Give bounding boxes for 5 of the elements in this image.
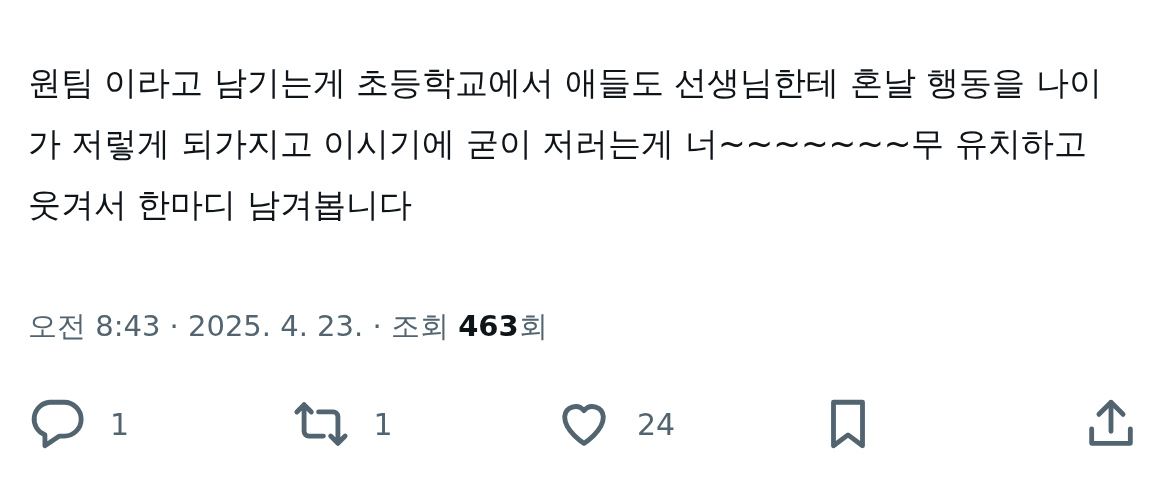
reply-count: 1 bbox=[110, 406, 130, 442]
post-meta: 오전 8:43 · 2025. 4. 23. · 조회 463회 bbox=[28, 308, 549, 345]
post-text: 원팀 이라고 남기는게 초등학교에서 애들도 선생님한테 혼날 행동을 나이가 저렇게 되가지고 이시기에 굳이 저러는게 너~~~~~~~무 유치하고 웃겨서 한마디 남겨봅니다 bbox=[28, 62, 1103, 226]
repost-count: 1 bbox=[373, 406, 393, 442]
like-count: 24 bbox=[637, 406, 676, 442]
